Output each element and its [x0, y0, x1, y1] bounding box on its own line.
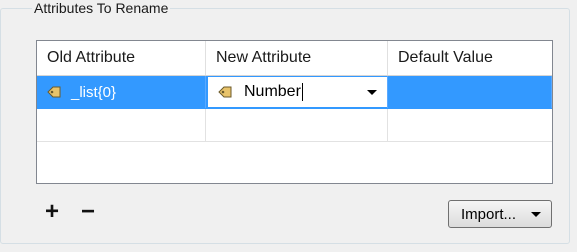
chevron-down-icon: [531, 212, 541, 217]
attribute-tag-icon: [218, 86, 232, 98]
chevron-down-icon[interactable]: [367, 90, 377, 95]
import-button-label: Import...: [461, 205, 517, 223]
new-attribute-cell[interactable]: [206, 109, 388, 141]
default-value: [388, 76, 551, 108]
new-attribute-cell[interactable]: Number: [206, 76, 388, 108]
default-value-cell[interactable]: [388, 109, 552, 141]
add-row-button[interactable]: +: [40, 200, 64, 224]
column-header-old-attribute[interactable]: Old Attribute: [37, 41, 206, 75]
remove-row-button[interactable]: −: [76, 200, 100, 224]
group-title: Attributes To Rename: [32, 0, 171, 16]
column-header-new-attribute[interactable]: New Attribute: [206, 41, 388, 75]
rename-table: Old Attribute New Attribute Default Valu…: [36, 40, 553, 184]
column-header-default-value[interactable]: Default Value: [388, 41, 552, 75]
table-header: Old Attribute New Attribute Default Valu…: [37, 41, 552, 76]
new-attribute-value: Number: [244, 83, 301, 100]
table-row[interactable]: _list{0} Number: [37, 76, 552, 109]
old-attribute-cell[interactable]: _list{0}: [37, 76, 206, 108]
import-button[interactable]: Import...: [448, 200, 552, 228]
default-value-cell[interactable]: [388, 76, 552, 108]
new-attribute-combobox[interactable]: Number: [208, 77, 387, 107]
attribute-tag-icon: [47, 86, 61, 98]
table-row[interactable]: [37, 109, 552, 142]
old-attribute-value: _list{0}: [71, 83, 117, 101]
old-attribute-cell[interactable]: [37, 109, 206, 141]
text-cursor: [301, 83, 303, 101]
